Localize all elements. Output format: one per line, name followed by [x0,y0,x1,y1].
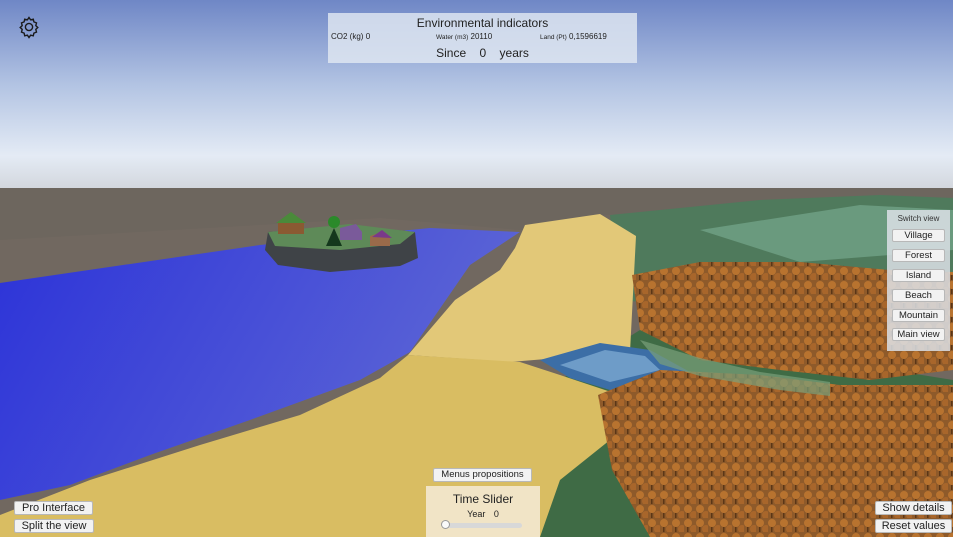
switch-view-title: Switch view [897,214,940,223]
year-readout: Year 0 [426,509,540,519]
view-village-button[interactable]: Village [892,229,945,242]
land-value: 0,1596619 [568,32,607,41]
view-island-button[interactable]: Island [892,269,945,282]
water-value: 20110 [470,32,493,41]
time-slider-title: Time Slider [452,492,514,506]
menus-propositions-button[interactable]: Menus propositions [433,468,532,482]
year-label: Year [467,509,486,519]
view-mountain-button[interactable]: Mountain [892,309,945,322]
water-label: Water (m3) [436,34,469,41]
view-main-button[interactable]: Main view [892,328,945,341]
split-view-button[interactable]: Split the view [14,519,94,533]
env-title: Environmental indicators [416,16,549,30]
year-value: 0 [493,509,499,519]
since-value: 0 [479,46,487,60]
co2-label: CO2 (kg) [331,32,364,41]
since-years: Since 0 years [328,46,637,60]
reset-values-button[interactable]: Reset values [875,519,952,533]
time-slider-track[interactable] [441,520,522,529]
pro-interface-button[interactable]: Pro Interface [14,501,93,515]
since-label: Since [436,46,467,60]
co2-indicator: CO2 (kg) 0 [331,32,370,41]
3d-scene-viewport[interactable] [0,0,953,537]
land-indicator: Land (Pt) 0,1596619 [540,32,607,41]
show-details-button[interactable]: Show details [875,501,952,515]
gear-icon[interactable] [17,15,41,39]
since-unit: years [499,46,529,60]
water-indicator: Water (m3) 20110 [436,32,492,41]
land-label: Land (Pt) [540,34,567,41]
time-slider-handle[interactable] [441,520,450,529]
time-slider-panel: Time Slider Year 0 [426,486,540,537]
view-beach-button[interactable]: Beach [892,289,945,302]
switch-view-panel: Switch view Village Forest Island Beach … [887,210,950,351]
co2-value: 0 [365,32,371,41]
environmental-indicators-panel: Environmental indicators CO2 (kg) 0 Wate… [328,13,637,63]
view-forest-button[interactable]: Forest [892,249,945,262]
